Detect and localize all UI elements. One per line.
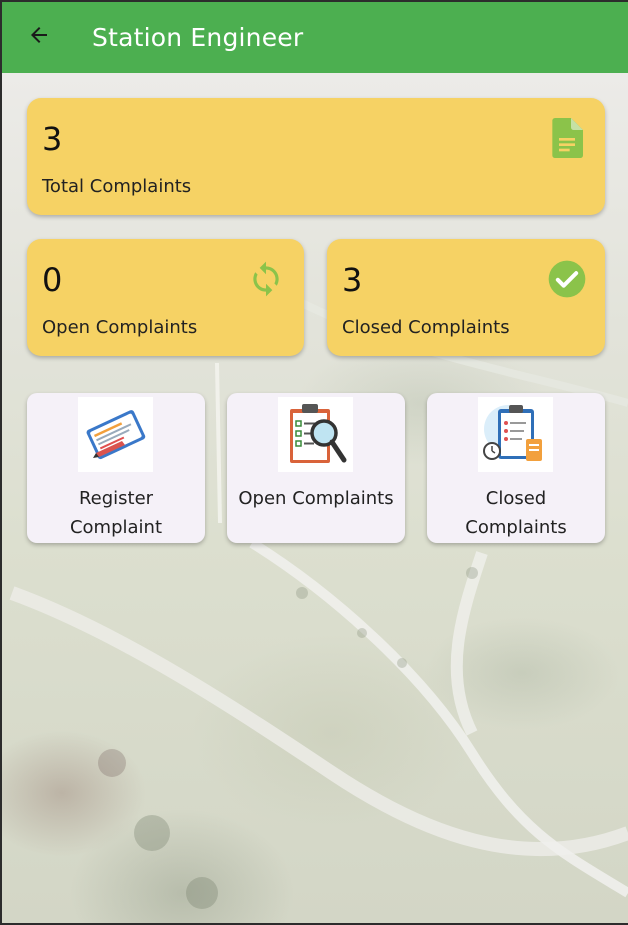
total-complaints-count: 3 [42, 120, 63, 158]
open-complaints-label: Open Complaints [42, 317, 198, 338]
register-complaint-label: Register Complaint [69, 488, 163, 538]
open-complaints-count: 0 [42, 261, 63, 299]
open-complaints-tile-label: Open Complaints [238, 488, 394, 509]
clipboard-closed-icon [478, 397, 553, 472]
document-icon [547, 118, 587, 158]
closed-complaints-label: Closed Complaints [342, 317, 510, 338]
total-complaints-card[interactable]: 3 Total Complaints [27, 98, 605, 215]
total-complaints-label: Total Complaints [42, 176, 192, 197]
closed-complaints-count: 3 [342, 261, 363, 299]
register-form-icon [78, 397, 153, 472]
clipboard-search-icon [278, 397, 353, 472]
closed-complaints-card[interactable]: 3 Closed Complaints [327, 239, 605, 356]
app-bar: Station Engineer [2, 2, 628, 73]
check-circle-icon [547, 259, 587, 299]
page-title: Station Engineer [92, 23, 304, 52]
closed-complaints-tile[interactable]: Closed Complaints [427, 393, 605, 543]
arrow-left-icon [27, 23, 51, 52]
back-button[interactable] [21, 20, 57, 56]
open-complaints-tile[interactable]: Open Complaints [227, 393, 405, 543]
open-complaints-card[interactable]: 0 Open Complaints [27, 239, 304, 356]
register-complaint-tile[interactable]: Register Complaint [27, 393, 205, 543]
app-screen: Station Engineer 3 Total Complaints 0 Op… [2, 2, 628, 923]
closed-complaints-tile-label: Closed Complaints [465, 488, 567, 538]
sync-icon [246, 259, 286, 299]
